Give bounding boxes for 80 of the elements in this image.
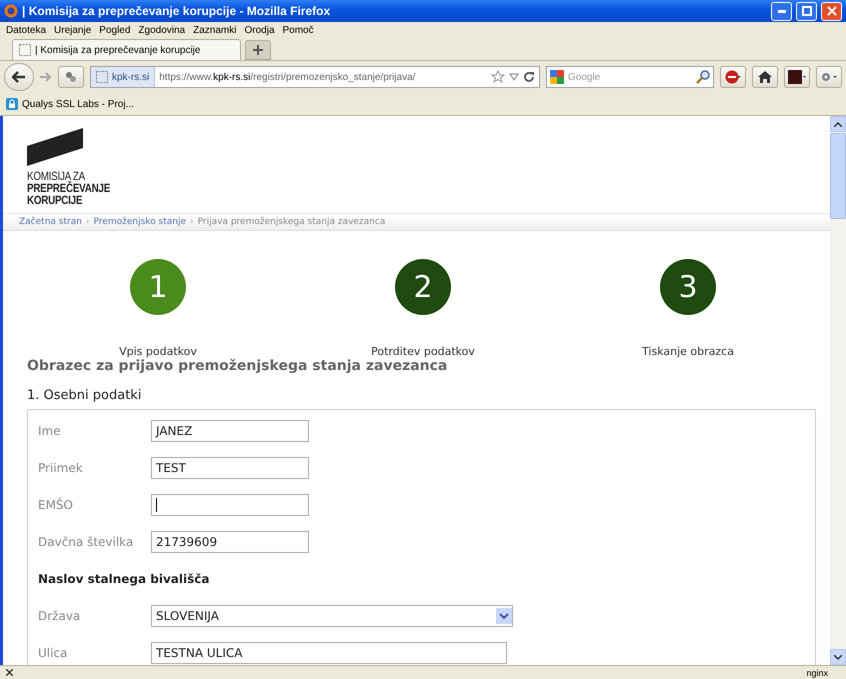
scrollbar[interactable] — [830, 116, 846, 665]
maximize-icon — [802, 6, 812, 16]
minimize-button[interactable] — [771, 2, 792, 20]
country-select[interactable]: SLOVENIJA — [151, 605, 513, 627]
close-icon — [826, 6, 836, 16]
back-button[interactable] — [4, 63, 34, 91]
field-label: EMŠO — [38, 498, 74, 512]
padlock-icon — [6, 98, 18, 110]
section-heading: 1. Osebni podatki — [27, 388, 142, 403]
step-label: Tiskanje obrazca — [642, 345, 734, 358]
step-number: 1 — [130, 259, 186, 315]
dark-square-icon — [788, 70, 806, 84]
text-field[interactable]: JANEZ — [151, 420, 309, 442]
menu-item[interactable]: Orodja — [242, 24, 280, 36]
firefox-icon — [4, 4, 18, 18]
menu-item[interactable]: Zgodovina — [136, 24, 192, 36]
address-bar[interactable]: kpk-rs.si https://www.kpk-rs.si/registri/premozenjsko_stanje/prijava/ — [90, 66, 540, 88]
status-text: nginx — [806, 668, 828, 678]
step-number: 3 — [660, 259, 716, 315]
menu-item[interactable]: Datoteka — [4, 24, 52, 36]
breadcrumb-separator: › — [190, 217, 194, 228]
extension-button[interactable] — [784, 66, 810, 88]
logo-text: KOMISIJA ZA — [27, 170, 86, 182]
browser-tab[interactable]: | Komisija za preprečevanje korupcije — [12, 39, 241, 60]
dropdown-icon — [496, 608, 512, 624]
breadcrumb-link[interactable]: Premoženjsko stanje — [94, 217, 186, 228]
stop-sign-icon — [725, 70, 741, 84]
plus-icon — [253, 45, 263, 55]
logo-text: PREPREČEVANJE — [27, 182, 112, 194]
step-label: Potrditev podatkov — [371, 345, 475, 358]
maximize-button[interactable] — [796, 2, 817, 20]
step-label: Vpis podatkov — [119, 345, 197, 358]
minimize-icon — [778, 10, 786, 12]
scroll-down-button[interactable] — [830, 649, 846, 665]
field-label: Ime — [38, 424, 62, 438]
star-icon[interactable] — [491, 70, 505, 84]
page-icon — [96, 71, 108, 83]
adblock-button[interactable] — [720, 66, 746, 88]
field-label: Davčna številka — [38, 535, 134, 549]
home-button[interactable] — [752, 66, 778, 88]
subsection-heading: Naslov stalnega bivališča — [38, 572, 210, 586]
search-icon[interactable] — [696, 70, 710, 84]
gear-icon — [820, 71, 838, 83]
new-tab-button[interactable] — [245, 40, 271, 60]
url-text: https://www.kpk-rs.si/registri/premozenjsko_stanje/prijava/ — [158, 72, 416, 82]
down-caret-icon — [834, 654, 842, 660]
step-number: 2 — [395, 259, 451, 315]
bookmark-link[interactable]: Qualys SSL Labs - Proj... — [6, 98, 134, 110]
menu-item[interactable]: Pogled — [97, 24, 136, 36]
field-label: Država — [38, 609, 82, 623]
menu-item[interactable]: Zaznamki — [191, 24, 242, 36]
site-identity[interactable]: kpk-rs.si — [91, 67, 156, 87]
text-field[interactable]: 21739609 — [151, 531, 309, 553]
tools-button[interactable] — [816, 66, 842, 88]
close-icon[interactable] — [6, 669, 13, 676]
text-field[interactable] — [151, 494, 309, 516]
dropdown-icon[interactable] — [509, 73, 519, 81]
field-label: Priimek — [38, 461, 84, 475]
search-bar[interactable]: Google — [546, 66, 714, 88]
scroll-thumb[interactable] — [830, 133, 846, 219]
logo-text: KORUPCIJE — [27, 194, 84, 206]
text-field[interactable]: TESTNA ULICA — [151, 642, 507, 664]
close-button[interactable] — [821, 2, 842, 20]
breadcrumb-link[interactable]: Začetna stran — [19, 217, 82, 228]
field-label: Ulica — [38, 646, 68, 660]
breadcrumb-current: Prijava premoženjskega stanja zavezanca — [198, 217, 386, 228]
up-caret-icon — [834, 122, 842, 126]
google-icon — [550, 70, 564, 84]
breadcrumb-separator: › — [86, 217, 90, 228]
scroll-up-button[interactable] — [830, 116, 846, 132]
home-icon — [758, 71, 772, 83]
window-title: | Komisija za preprečevanje korupcije - Mozilla Firefox — [22, 4, 332, 18]
menu-item[interactable]: Urejanje — [52, 24, 98, 36]
menu-item[interactable]: Pomoč — [280, 24, 320, 36]
form-title: Obrazec za prijavo premoženjskega stanja zavezanca — [27, 358, 448, 374]
logo-parallelogram — [27, 128, 85, 166]
text-field[interactable]: TEST — [151, 457, 309, 479]
back-arrow-icon — [12, 71, 26, 83]
page-icon — [19, 44, 31, 56]
reload-icon[interactable] — [523, 71, 535, 83]
